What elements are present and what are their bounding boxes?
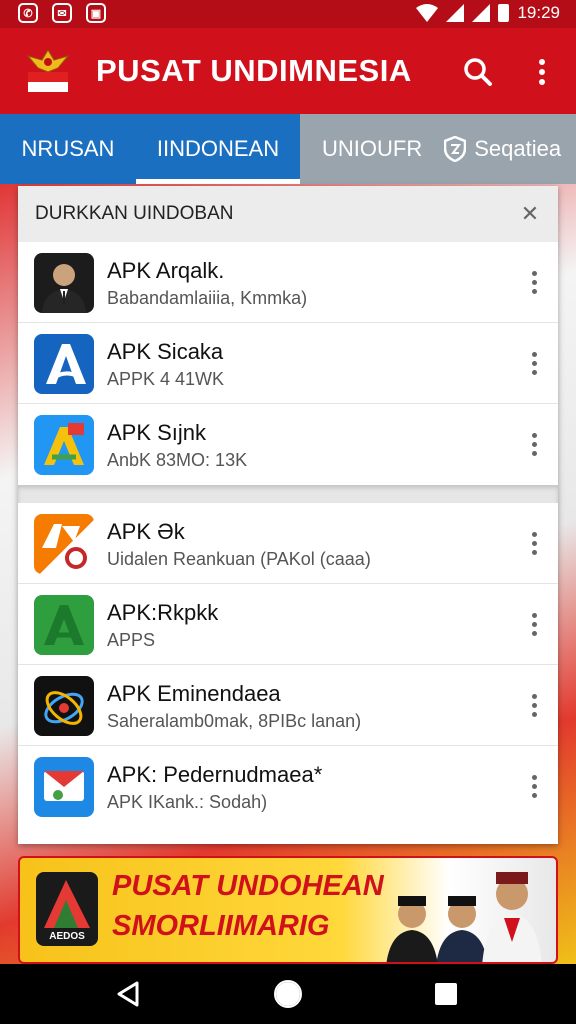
app-title: PUSAT UNDIMNESIA	[96, 53, 412, 88]
battery-icon	[498, 4, 510, 22]
back-icon	[117, 981, 139, 1007]
wifi-icon	[416, 4, 439, 22]
list-item[interactable]: APK:Rkpkk APPS	[18, 584, 558, 665]
overflow-menu-button[interactable]	[520, 50, 564, 94]
signal-icon	[446, 4, 465, 22]
green-a-icon	[34, 595, 94, 655]
tab-group-secondary: UNIOUFR Seqatiea	[300, 114, 576, 184]
gmail-icon: ✉	[52, 3, 72, 23]
app-name: APK Sicaka	[107, 339, 224, 364]
list-item[interactable]: APK Ək Uidalen Reankuan (PAKol (caaa)	[18, 503, 558, 584]
app-list-panel: DURKKAN UINDOBAN ✕ APK Arqalk. Babandaml…	[18, 186, 558, 844]
item-menu-button[interactable]	[524, 525, 544, 561]
list-item[interactable]: APK Arqalk. Babandamlaiiia, Kmmka)	[18, 242, 558, 323]
colorful-a-icon	[34, 415, 94, 475]
shield-icon	[444, 136, 467, 162]
item-menu-button[interactable]	[524, 345, 544, 381]
banner-subheadline: SMORLIIMARIG	[112, 910, 330, 942]
signal-icon-2	[472, 4, 491, 22]
list-item[interactable]: APK Sıjnk AnbK 83MO: 13K	[18, 404, 558, 485]
close-button[interactable]: ✕	[516, 200, 544, 228]
list-item[interactable]: APK: Pedernudmaea* APK IKank.: Sodah)	[18, 746, 558, 827]
banner-logo: AEDOS	[36, 872, 98, 946]
item-menu-button[interactable]	[524, 687, 544, 723]
app-group-2: APK Ək Uidalen Reankuan (PAKol (caaa) AP…	[18, 503, 558, 827]
app-name: APK Sıjnk	[107, 420, 207, 445]
item-menu-button[interactable]	[524, 768, 544, 804]
tab-nrusan[interactable]: NRUSAN	[0, 114, 136, 184]
search-button[interactable]	[456, 50, 500, 94]
close-icon: ✕	[520, 201, 540, 226]
promo-banner[interactable]: AEDOS PUSAT UNDOHEAN SMORLIIMARIG	[18, 856, 558, 964]
system-nav-bar	[0, 964, 576, 1024]
list-item[interactable]: APK Eminendaea Saheralamb0mak, 8PIBc lan…	[18, 665, 558, 746]
app-subtitle: AnbK 83MO: 13K	[107, 450, 248, 470]
app-subtitle: Saheralamb0mak, 8PIBc lanan)	[107, 711, 362, 731]
tab-bar: NRUSAN IINDONEAN UNIOUFR Seqatiea	[0, 114, 576, 184]
banner-logo-text: AEDOS	[49, 931, 85, 942]
item-menu-button[interactable]	[524, 606, 544, 642]
app-group-1: APK Arqalk. Babandamlaiiia, Kmmka) APK S…	[18, 242, 558, 485]
orbit-icon	[34, 676, 94, 736]
blue-map-icon	[34, 757, 94, 817]
people-illustration	[386, 872, 542, 962]
search-icon	[464, 58, 492, 86]
panel-header: DURKKAN UINDOBAN ✕	[18, 186, 558, 242]
app-name: APK Ək	[107, 519, 185, 544]
app-name: APK Eminendaea	[107, 681, 281, 706]
recents-icon	[435, 983, 457, 1005]
tab-indonean[interactable]: IINDONEAN	[136, 114, 300, 184]
app-subtitle: APPK 4 41WK	[107, 369, 225, 389]
clock: 19:29	[517, 3, 560, 22]
banner-headline: PUSAT UNDOHEAN	[112, 870, 384, 902]
app-subtitle: APK IKank.: Sodah)	[107, 792, 268, 812]
tab-security[interactable]: Seqatiea	[444, 136, 561, 162]
portrait-icon	[34, 253, 94, 313]
status-bar: ✆ ✉ ▣ 19:29	[0, 0, 576, 28]
tab-unioufr[interactable]: UNIOUFR	[322, 136, 422, 162]
garuda-emblem-icon	[26, 49, 70, 92]
app-name: APK Arqalk.	[107, 258, 225, 283]
back-button[interactable]	[108, 974, 148, 1014]
letter-a-blue-icon	[34, 334, 94, 394]
recents-button[interactable]	[426, 974, 466, 1014]
whatsapp-icon: ✆	[18, 3, 38, 23]
app-name: APK: Pedernudmaea*	[107, 762, 323, 787]
app-subtitle: Babandamlaiiia, Kmmka)	[107, 288, 308, 308]
app-name: APK:Rkpkk	[107, 600, 219, 625]
ar-orange-icon	[34, 514, 94, 574]
app-subtitle: Uidalen Reankuan (PAKol (caaa)	[107, 549, 371, 569]
app-bar: PUSAT UNDIMNESIA	[0, 28, 576, 114]
more-vert-icon	[539, 59, 545, 85]
list-item[interactable]: APK Sicaka APPK 4 41WK	[18, 323, 558, 404]
item-menu-button[interactable]	[524, 264, 544, 300]
panel-title: DURKKAN UINDOBAN	[35, 203, 234, 224]
home-button[interactable]	[268, 974, 308, 1014]
home-icon	[274, 980, 302, 1008]
item-menu-button[interactable]	[524, 426, 544, 462]
app-subtitle: APPS	[107, 630, 156, 650]
group-divider	[18, 485, 558, 503]
photo-icon: ▣	[86, 3, 106, 23]
